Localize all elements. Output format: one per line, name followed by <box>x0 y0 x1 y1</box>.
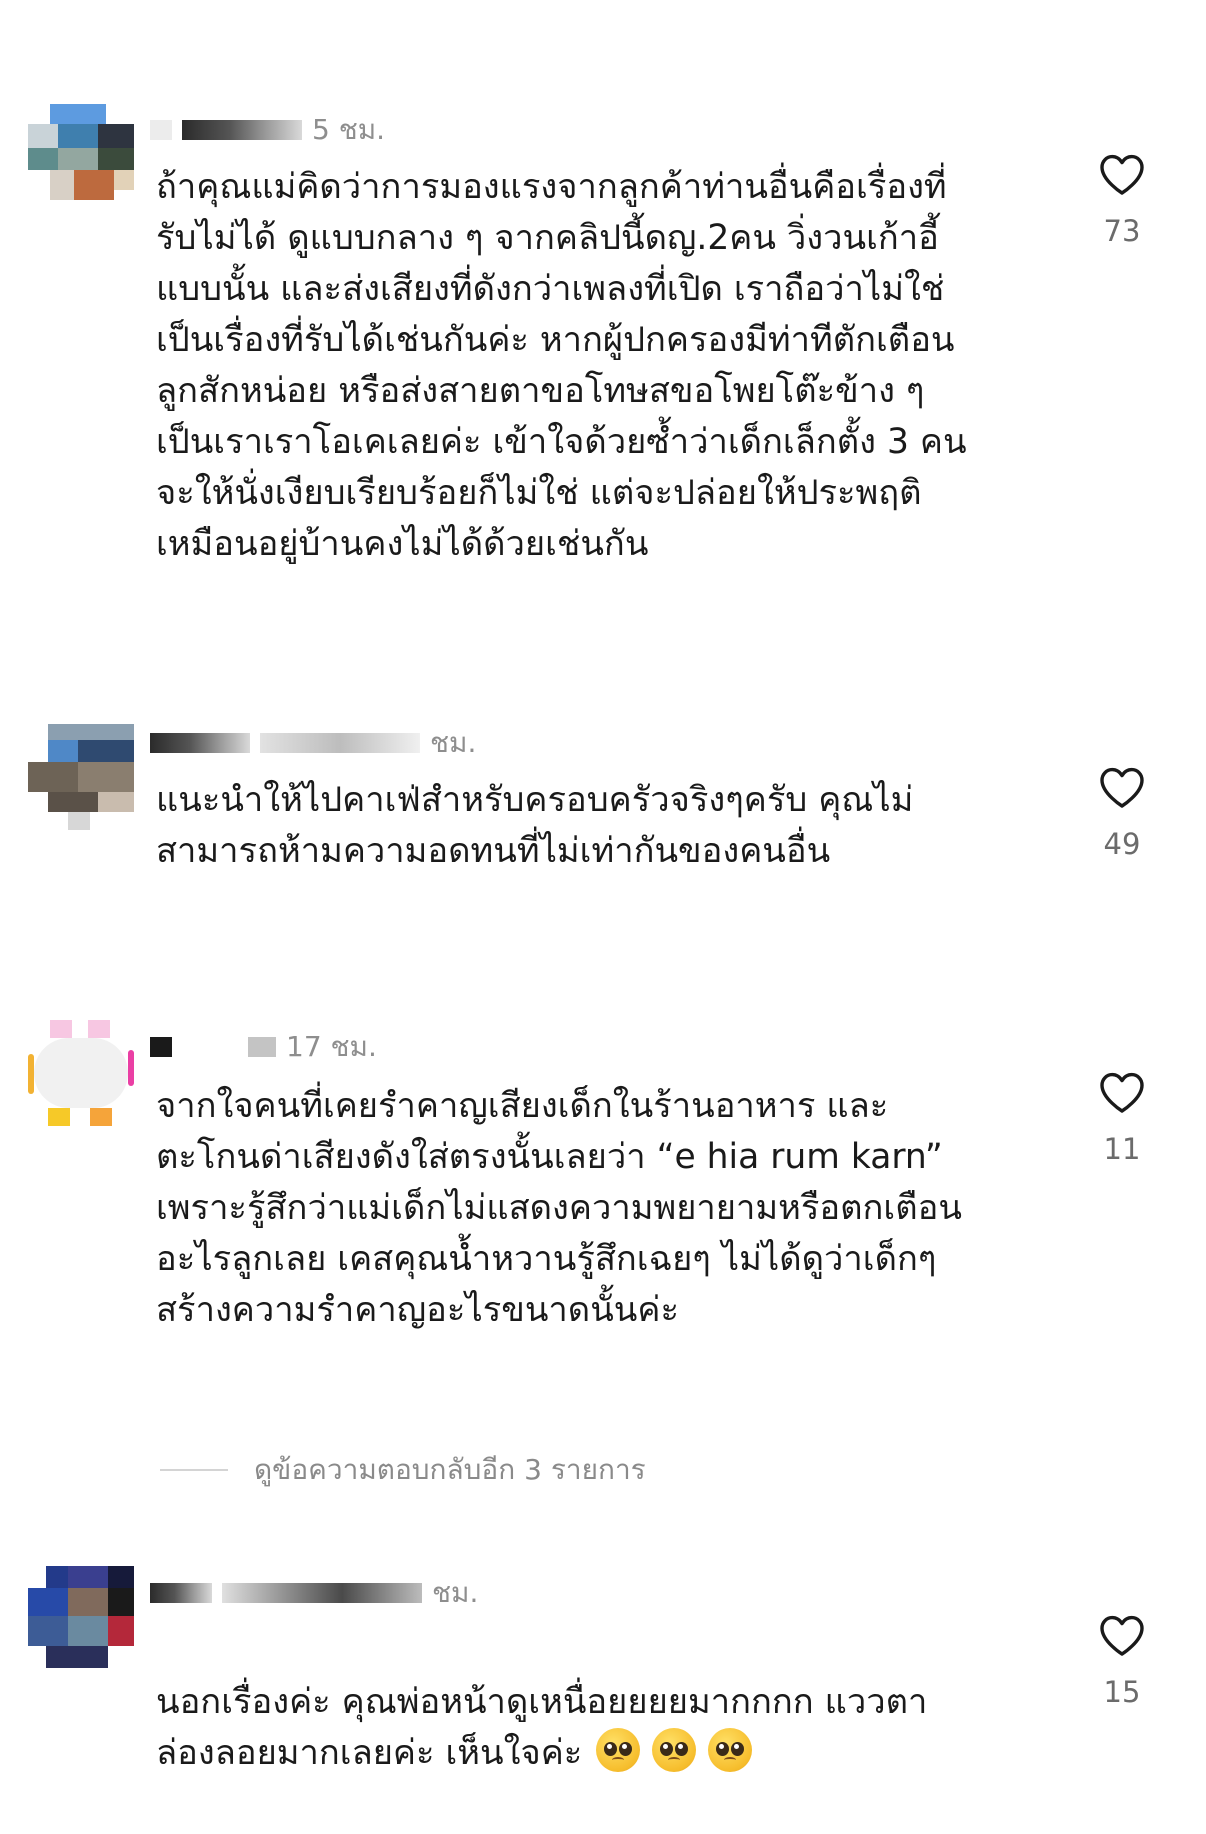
view-replies-link[interactable]: ดูข้อความตอบกลับอีก 3 รายการ <box>160 1448 646 1492</box>
comment-time: ชม. <box>432 1576 479 1609</box>
heart-outline-icon[interactable] <box>1098 1613 1146 1657</box>
avatar[interactable] <box>28 1566 134 1672</box>
pleading-face-emoji <box>652 1728 697 1772</box>
username-redacted[interactable] <box>182 1037 276 1057</box>
avatar[interactable] <box>28 724 134 830</box>
view-replies-label: ดูข้อความตอบกลับอีก 3 รายการ <box>254 1453 646 1486</box>
like-count: 49 <box>1103 827 1141 861</box>
like-button[interactable]: 73 <box>1092 152 1152 248</box>
heart-outline-icon[interactable] <box>1098 152 1146 196</box>
heart-outline-icon[interactable] <box>1098 1070 1146 1114</box>
comment-text: จากใจคนที่เคยรำคาญเสียงเด็กในร้านอาหาร แ… <box>156 1086 962 1330</box>
emoji-group <box>590 1728 758 1773</box>
comment-meta: ชม. <box>150 726 476 760</box>
comment-text-content: นอกเรื่องค่ะ คุณพ่อหน้าดูเหนื่อยยยยมากกก… <box>156 1682 928 1773</box>
like-count: 15 <box>1103 1675 1141 1709</box>
comment-time: 17 ชม. <box>286 1030 377 1063</box>
comment-meta: 17 ชม. <box>150 1030 377 1064</box>
like-count: 73 <box>1103 214 1141 248</box>
username-redacted[interactable] <box>182 120 302 140</box>
pleading-face-emoji <box>596 1728 641 1772</box>
username-redacted[interactable] <box>222 1583 422 1603</box>
comment-text: นอกเรื่องค่ะ คุณพ่อหน้าดูเหนื่อยยยยมากกก… <box>156 1626 1036 1779</box>
username-redacted[interactable] <box>150 120 172 140</box>
comment-time: ชม. <box>430 726 477 759</box>
avatar[interactable] <box>28 104 134 210</box>
like-button[interactable]: 11 <box>1092 1070 1152 1166</box>
username-redacted[interactable] <box>150 1037 172 1057</box>
username-redacted[interactable] <box>150 1583 212 1603</box>
avatar[interactable] <box>28 1020 134 1126</box>
comment-text: แนะนำให้ไปคาเฟ่สำหรับครอบครัวจริงๆครับ ค… <box>156 780 914 871</box>
comment-meta: 5 ชม. <box>150 113 385 147</box>
username-redacted[interactable] <box>150 733 250 753</box>
comment-meta: ชม. <box>150 1576 478 1610</box>
comment-text: ถ้าคุณแม่คิดว่าการมองแรงจากลูกค้าท่านอื่… <box>156 167 967 564</box>
username-redacted[interactable] <box>260 733 420 753</box>
heart-outline-icon[interactable] <box>1098 765 1146 809</box>
pleading-face-emoji <box>708 1728 753 1772</box>
like-count: 11 <box>1103 1132 1141 1166</box>
like-button[interactable]: 15 <box>1092 1613 1152 1709</box>
replies-divider <box>160 1469 228 1471</box>
comment-time: 5 ชม. <box>312 113 386 146</box>
like-button[interactable]: 49 <box>1092 765 1152 861</box>
